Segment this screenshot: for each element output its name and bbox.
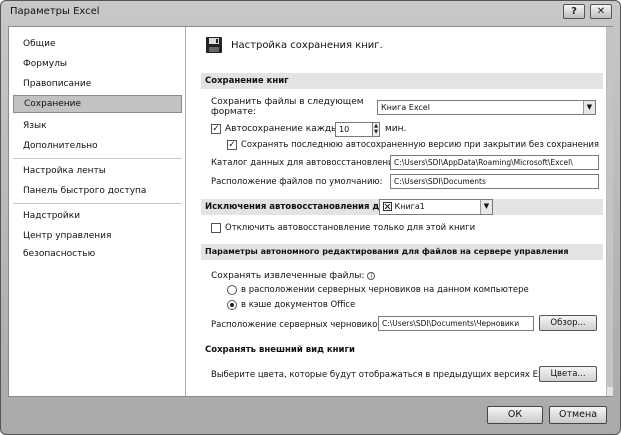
title-bar: Параметры Excel ? ✕ — [1, 1, 620, 23]
section-header-appearance: Сохранять внешний вид книги — [205, 345, 355, 355]
exceptions-header-text: Исключения автовосстановления для: — [205, 202, 395, 212]
autorecover-dir-input[interactable]: C:\Users\SDI\AppData\Roaming\Microsoft\E… — [390, 155, 599, 170]
section-header-offline: Параметры автономного редактирования для… — [201, 244, 603, 260]
autorecover-dir-label: Каталог данных для автовосстановления: — [211, 158, 402, 168]
colors-label: Выберите цвета, которые будут отображать… — [211, 370, 558, 380]
default-dir-label: Расположение файлов по умолчанию: — [211, 177, 383, 187]
nav-item-quick-access-toolbar[interactable]: Панель быстрого доступа — [13, 182, 182, 200]
format-label-line2: формате: — [211, 107, 257, 117]
autosave-label: Автосохранение каждые — [225, 124, 344, 134]
radio-office-cache[interactable] — [227, 300, 237, 310]
ok-button[interactable]: ОК — [487, 406, 543, 424]
radio-server-drafts-label: в расположении серверных черновиков на д… — [241, 285, 529, 295]
autosave-checkbox[interactable]: ✓ — [211, 124, 221, 134]
radio-office-cache-label: в кэше документов Office — [241, 300, 356, 310]
save-extracted-text: Сохранять извлеченные файлы: — [211, 271, 365, 281]
vertical-scrollbar[interactable] — [606, 27, 613, 396]
keep-last-version-label: Сохранять последнюю автосохраненную верс… — [241, 140, 600, 150]
info-icon: i — [367, 271, 376, 280]
nav-item-formulas[interactable]: Формулы — [13, 55, 182, 73]
spinner-down-icon[interactable]: ▼ — [373, 129, 379, 135]
nav-item-addins[interactable]: Надстройки — [13, 207, 182, 225]
exceptions-workbook-dropdown[interactable]: Книга1 ▼ — [379, 199, 493, 215]
workbook-icon — [383, 202, 392, 211]
disable-autorecover-label: Отключить автовосстановление только для … — [225, 223, 476, 233]
autosave-minutes-value: 10 — [339, 125, 350, 134]
chevron-down-icon: ▼ — [583, 101, 595, 114]
nav-item-general[interactable]: Общие — [13, 35, 182, 53]
chevron-down-icon: ▼ — [480, 200, 492, 214]
save-format-value: Книга Excel — [381, 103, 430, 112]
keep-last-version-checkbox[interactable]: ✓ — [227, 140, 237, 150]
cancel-button[interactable]: Отмена — [549, 406, 607, 424]
page-title: Настройка сохранения книг. — [231, 40, 383, 51]
floppy-disk-icon — [206, 37, 222, 53]
category-nav: Общие Формулы Правописание Сохранение Яз… — [9, 27, 186, 396]
disable-autorecover-checkbox[interactable] — [211, 223, 221, 233]
autosave-spinner[interactable]: ▲ ▼ — [372, 122, 380, 137]
drafts-location-input[interactable]: C:\Users\SDI\Documents\Черновики — [378, 316, 534, 331]
browse-button[interactable]: Обзор... — [539, 315, 597, 331]
nav-item-save[interactable]: Сохранение — [13, 95, 182, 113]
autosave-unit: мин. — [385, 124, 407, 134]
settings-panel: Настройка сохранения книг. Сохранение кн… — [187, 27, 606, 396]
scrollbar-thumb[interactable] — [607, 27, 613, 387]
format-label-line1: Сохранить файлы в следующем — [211, 97, 364, 107]
close-button[interactable]: ✕ — [590, 4, 612, 19]
nav-item-language[interactable]: Язык — [13, 117, 182, 135]
options-dialog: Параметры Excel ? ✕ Общие Формулы Правоп… — [0, 0, 621, 435]
nav-item-trust-center[interactable]: Центр управления безопасностью — [13, 227, 182, 259]
dialog-client: Общие Формулы Правописание Сохранение Яз… — [8, 26, 613, 397]
nav-divider — [13, 203, 182, 204]
save-extracted-label: Сохранять извлеченные файлы: i — [211, 271, 376, 281]
nav-item-proofing[interactable]: Правописание — [13, 75, 182, 93]
nav-divider — [13, 158, 182, 159]
colors-button[interactable]: Цвета... — [539, 366, 597, 382]
window-title: Параметры Excel — [10, 6, 100, 17]
drafts-location-label: Расположение серверных черновиков: — [211, 320, 386, 330]
nav-item-customize-ribbon[interactable]: Настройка ленты — [13, 162, 182, 180]
help-button[interactable]: ? — [563, 4, 585, 19]
section-header-save: Сохранение книг — [201, 73, 603, 89]
nav-item-advanced[interactable]: Дополнительно — [13, 137, 182, 155]
save-format-dropdown[interactable]: Книга Excel ▼ — [377, 100, 596, 115]
default-dir-input[interactable]: C:\Users\SDI\Documents — [390, 174, 599, 189]
exceptions-workbook-value: Книга1 — [394, 202, 425, 211]
radio-server-drafts[interactable] — [227, 285, 237, 295]
